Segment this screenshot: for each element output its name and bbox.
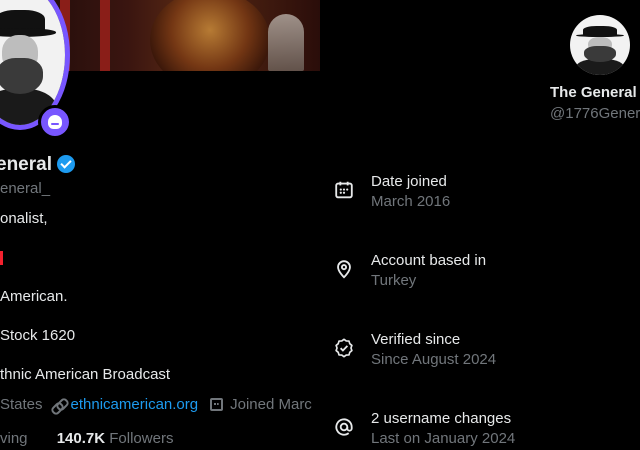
info-title: Account based in — [371, 252, 487, 269]
profile-meta: States ethnicamerican.org Joined Marc — [0, 396, 312, 413]
followers-label[interactable]: Followers — [109, 430, 173, 447]
automated-account-badge-icon[interactable] — [38, 105, 72, 139]
profile-name: eneral — [0, 154, 76, 176]
bio-line: onalist, — [0, 210, 48, 227]
location-text: States — [0, 396, 43, 413]
bio-line: Stock 1620 — [0, 327, 76, 344]
flag-emoji-icon — [0, 251, 3, 265]
info-value: March 2016 — [371, 193, 451, 210]
verified-seal-icon — [335, 338, 353, 358]
info-title: Verified since — [371, 331, 461, 348]
info-title: 2 username changes — [371, 410, 512, 427]
bio-line: American. — [0, 288, 68, 305]
profile-handle: eneral_ — [0, 180, 51, 197]
calendar-icon — [335, 181, 353, 199]
website-link[interactable]: ethnicamerican.org — [71, 396, 199, 413]
location-pin-icon — [337, 260, 351, 279]
follow-stats: ving 140.7K Followers — [0, 430, 173, 447]
link-icon — [51, 398, 65, 412]
verified-badge-icon[interactable] — [57, 155, 76, 173]
followers-count[interactable]: 140.7K — [57, 430, 105, 447]
about-avatar — [570, 15, 630, 75]
bio-line: thnic American Broadcast — [0, 366, 171, 383]
calendar-icon — [210, 398, 224, 411]
joined-text: Joined Marc — [230, 396, 312, 413]
info-account-location: Account based in Turkey — [333, 252, 633, 292]
at-sign-icon — [335, 418, 353, 436]
info-date-joined: Date joined March 2016 — [333, 173, 633, 213]
info-value: Last on January 2024 — [371, 430, 516, 447]
about-handle: @1776Genera — [550, 105, 640, 122]
info-value: Turkey — [371, 272, 417, 289]
about-display-name: The General — [550, 84, 637, 101]
info-verified-since: Verified since Since August 2024 — [333, 331, 633, 371]
info-title: Date joined — [371, 173, 447, 190]
info-value: Since August 2024 — [371, 351, 497, 368]
info-username-changes: 2 username changes Last on January 2024 — [333, 410, 633, 450]
following-link[interactable]: ving — [0, 430, 28, 447]
